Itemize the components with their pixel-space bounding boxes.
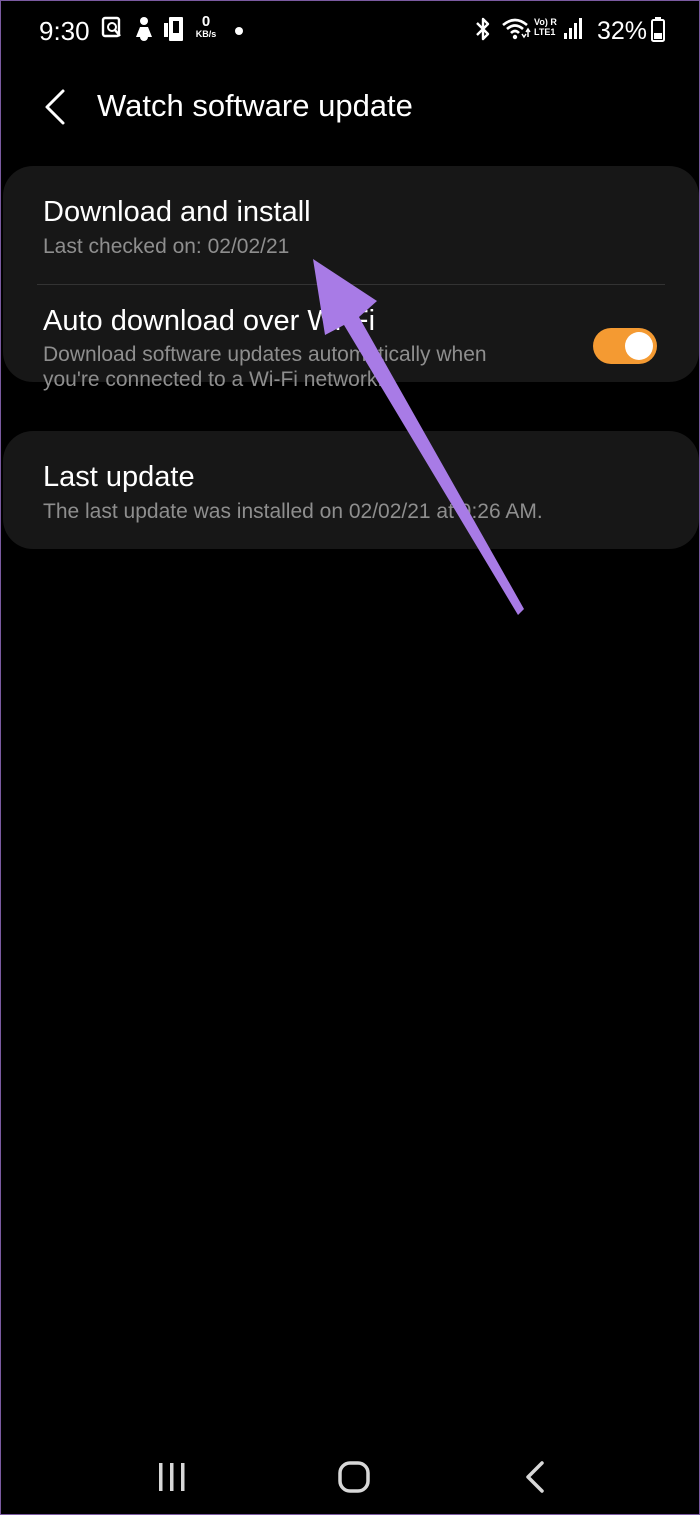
- battery-icon: [651, 17, 665, 42]
- wifi-icon: [502, 18, 531, 40]
- data-speed-value: 0: [201, 13, 211, 30]
- auto-download-description: Download software updates automatically …: [43, 343, 487, 391]
- last-checked-text: Last checked on: 02/02/21: [43, 235, 290, 258]
- update-settings-card: Download and install Last checked on: 02…: [3, 166, 699, 391]
- navigation-bar: [1, 1431, 700, 1515]
- status-bar: 9:30 0 KB/s Vo) R LTE1 32%: [1, 1, 700, 63]
- notification-dot-icon: [235, 27, 243, 35]
- signal-strength-icon: [564, 18, 582, 39]
- last-update-description: The last update was installed on 02/02/2…: [43, 500, 543, 523]
- home-icon[interactable]: [329, 1457, 379, 1497]
- auto-download-item[interactable]: Auto download over Wi-Fi Download softwa…: [3, 285, 699, 391]
- app-notification-icon: [136, 17, 152, 41]
- page-title: Watch software update: [97, 88, 413, 123]
- data-speed-unit: KB/s: [195, 29, 217, 39]
- bluetooth-icon: [476, 17, 490, 41]
- auto-download-title: Auto download over Wi-Fi: [43, 305, 376, 337]
- toggle-knob: [625, 332, 653, 360]
- last-update-title: Last update: [43, 461, 195, 493]
- app-header: Watch software update: [1, 71, 700, 143]
- download-and-install-item[interactable]: Download and install Last checked on: 02…: [3, 166, 699, 284]
- last-update-card: Last update The last update was installe…: [3, 431, 699, 549]
- recents-icon[interactable]: [147, 1457, 197, 1497]
- network-type-indicator: Vo) R LTE1: [534, 17, 557, 37]
- status-time: 9:30: [39, 16, 90, 46]
- auto-download-toggle[interactable]: [593, 328, 657, 364]
- back-icon[interactable]: [511, 1457, 561, 1497]
- lte-label: LTE1: [534, 27, 556, 37]
- volte-label: Vo) R: [534, 17, 557, 27]
- data-speed-indicator: 0 KB/s: [193, 14, 219, 39]
- back-chevron-icon[interactable]: [41, 87, 71, 127]
- download-and-install-title: Download and install: [43, 196, 311, 228]
- storage-icon: [164, 17, 183, 41]
- screenshot-search-icon: [101, 16, 121, 38]
- last-update-item[interactable]: Last update The last update was installe…: [3, 431, 699, 549]
- battery-percentage: 32%: [597, 17, 648, 45]
